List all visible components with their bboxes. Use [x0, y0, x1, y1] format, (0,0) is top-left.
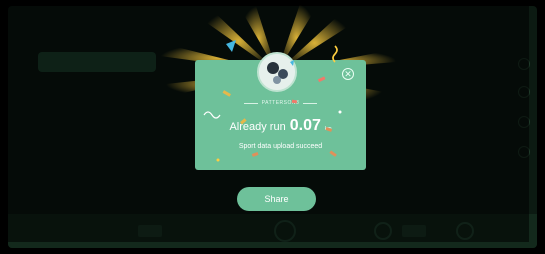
share-button[interactable]: Share	[237, 187, 316, 211]
confetti-decoration	[203, 40, 342, 162]
